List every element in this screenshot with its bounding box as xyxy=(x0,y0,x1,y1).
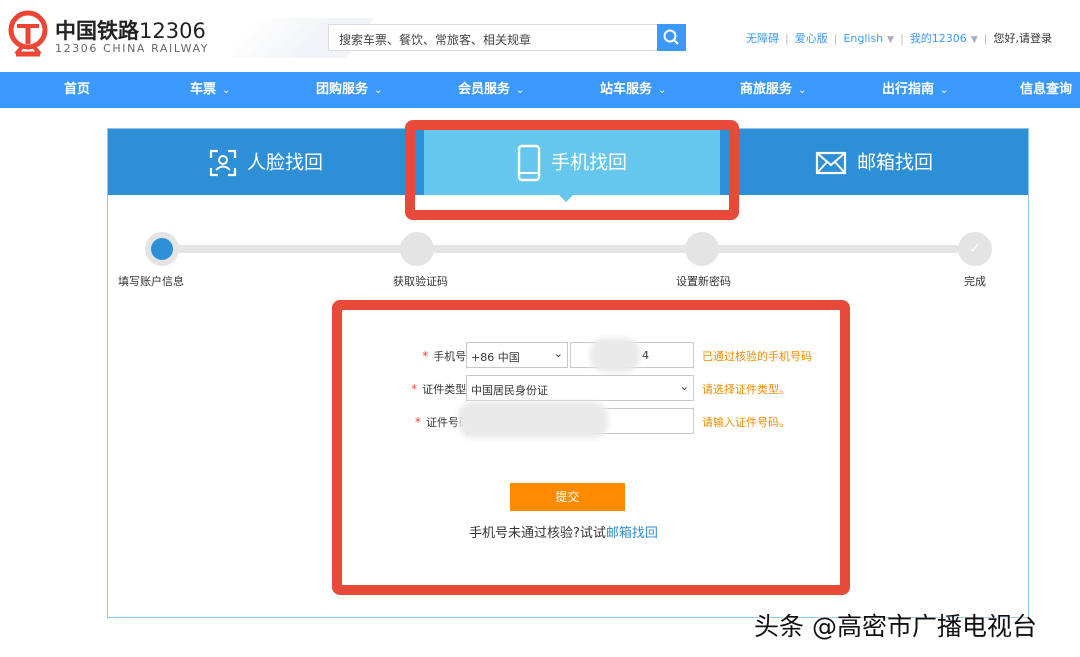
chevron-down-icon: ⌄ xyxy=(658,85,667,96)
nav-item-label: 团购服务 xyxy=(316,82,369,97)
watermark: 头条 @高密市广播电视台 xyxy=(754,612,1037,641)
divider: | xyxy=(785,32,789,45)
nav-item-group-service[interactable]: 团购服务 ⌄ xyxy=(316,72,382,108)
progress-track xyxy=(163,245,975,253)
nav-item-station-service[interactable]: 站车服务 ⌄ xyxy=(600,72,666,108)
top-links: 无障碍 | 爱心版 | English ▼ | 我的12306 ▼ | 您好,请登录 xyxy=(746,30,1052,46)
highlight-box-phone-tab xyxy=(405,120,739,220)
nav-item-tickets[interactable]: 车票 ⌄ xyxy=(190,72,230,108)
logo-title[interactable]: 中国铁路12306 xyxy=(55,15,206,45)
highlight-box-form xyxy=(332,300,850,595)
nav-item-travel-guide[interactable]: 出行指南 ⌄ xyxy=(882,72,948,108)
logo-title-num: 12306 xyxy=(139,19,206,43)
step-3-dot xyxy=(685,232,719,266)
english-link[interactable]: English xyxy=(843,32,883,45)
logo-subtitle: 12306 CHINA RAILWAY xyxy=(55,42,210,55)
tab-email-recovery[interactable]: 邮箱找回 xyxy=(720,129,1028,195)
face-scan-icon xyxy=(209,149,237,176)
divider: | xyxy=(833,32,838,45)
tab-label: 人脸找回 xyxy=(246,151,323,174)
nav-item-label: 商旅服务 xyxy=(740,82,793,97)
logo-title-cn: 中国铁路 xyxy=(55,19,139,43)
railway-logo-icon[interactable] xyxy=(8,10,48,58)
nav-item-label: 车票 xyxy=(190,82,217,97)
main-nav: 首页 车票 ⌄ 团购服务 ⌄ 会员服务 ⌄ 站车服务 ⌄ 商旅服务 ⌄ 出行指南 ⌄ 信息查… xyxy=(0,72,1080,108)
nav-item-home[interactable]: 首页 xyxy=(64,72,90,108)
nav-item-member-service[interactable]: 会员服务 ⌄ xyxy=(458,72,524,108)
nav-item-label: 首页 xyxy=(64,82,91,97)
step-1-dot xyxy=(145,232,179,266)
nav-item-label: 信息查询 xyxy=(1020,82,1073,97)
chevron-down-icon: ⌄ xyxy=(374,85,383,96)
tab-label: 邮箱找回 xyxy=(856,151,933,174)
step-2-dot xyxy=(400,232,434,266)
chevron-down-icon: ▼ xyxy=(887,35,895,45)
divider: | xyxy=(983,32,988,45)
chevron-down-icon: ▼ xyxy=(970,35,978,45)
chevron-down-icon: ⌄ xyxy=(940,85,949,96)
search-button[interactable] xyxy=(657,24,686,51)
login-link[interactable]: 您好,请登录 xyxy=(993,32,1052,45)
chevron-down-icon: ⌄ xyxy=(222,85,231,96)
step-complete-check-icon: ✓ xyxy=(958,232,992,266)
nav-item-info-query[interactable]: 信息查询 xyxy=(1020,72,1072,108)
tab-face-recovery[interactable]: 人脸找回 xyxy=(108,129,424,195)
step-label: 获取验证码 xyxy=(393,275,448,288)
nav-item-label: 站车服务 xyxy=(600,82,653,97)
divider: | xyxy=(900,32,904,45)
step-label: 填写账户信息 xyxy=(118,275,184,288)
page: 中国铁路12306 12306 CHINA RAILWAY 搜索车票、餐饮、常旅… xyxy=(0,0,1080,657)
nav-item-label: 会员服务 xyxy=(458,82,511,97)
search-icon xyxy=(663,29,679,45)
step-label: 完成 xyxy=(964,275,986,288)
step-label: 设置新密码 xyxy=(676,275,731,288)
chevron-down-icon: ⌄ xyxy=(798,85,807,96)
nav-item-business-service[interactable]: 商旅服务 ⌄ xyxy=(740,72,806,108)
barrier-free-link[interactable]: 无障碍 xyxy=(746,32,779,45)
nav-item-label: 出行指南 xyxy=(882,82,935,97)
mail-icon xyxy=(815,151,847,174)
care-version-link[interactable]: 爱心版 xyxy=(795,32,828,45)
chevron-down-icon: ⌄ xyxy=(516,85,525,96)
header: 中国铁路12306 12306 CHINA RAILWAY 搜索车票、餐饮、常旅… xyxy=(0,0,1080,72)
my-12306-link[interactable]: 我的12306 xyxy=(910,32,967,45)
search-input[interactable]: 搜索车票、餐饮、常旅客、相关规章 xyxy=(328,24,658,51)
